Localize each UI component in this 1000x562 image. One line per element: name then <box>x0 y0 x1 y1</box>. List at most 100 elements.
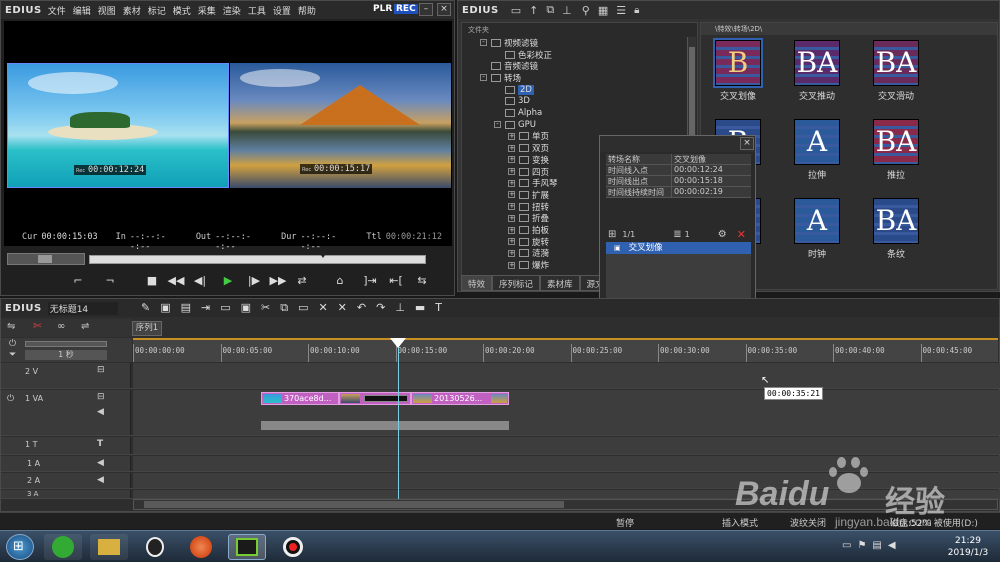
transition-thumbnail[interactable]: A <box>794 119 840 165</box>
transition-thumbnail[interactable]: A <box>794 198 840 244</box>
timeline-scroll-thumb[interactable] <box>144 501 564 508</box>
track-2v-lane[interactable] <box>133 363 1000 388</box>
tree-item[interactable]: + 折叠 <box>462 213 549 224</box>
menu-item[interactable]: 视图 <box>98 7 116 17</box>
taskbar-record-icon[interactable] <box>274 534 312 560</box>
menu-item[interactable]: 素材 <box>123 7 141 17</box>
expand-icon[interactable]: + <box>508 144 515 152</box>
expand-icon[interactable]: + <box>508 214 515 222</box>
tree-item[interactable]: + 变换 <box>462 154 549 166</box>
ripple-icon[interactable]: ∞ <box>57 321 65 332</box>
list-icon[interactable]: ☰ <box>616 4 626 17</box>
search-icon[interactable]: ⚲ <box>582 4 590 17</box>
track-1a-speaker-icon[interactable]: ◀ <box>97 458 104 468</box>
start-button[interactable]: ⊞ <box>6 534 34 560</box>
expand-icon[interactable]: + <box>508 249 515 257</box>
overwrite-icon[interactable]: ⇤[ <box>387 273 405 289</box>
menu-item[interactable]: 采集 <box>198 7 216 17</box>
replace-icon[interactable]: ⇆ <box>413 273 431 289</box>
tree-item[interactable]: 色彩校正 <box>462 49 552 61</box>
link-icon[interactable]: ⏻ <box>9 339 16 349</box>
expand-icon[interactable]: + <box>508 168 515 176</box>
library-tab[interactable]: 序列标记 <box>492 275 541 291</box>
zoom-bar[interactable] <box>25 341 107 347</box>
track-3a-header[interactable]: 3 A <box>1 490 131 498</box>
plr-label[interactable]: PLR <box>373 4 392 14</box>
menu-item[interactable]: 渲染 <box>223 7 241 17</box>
menu-item[interactable]: 标记 <box>148 7 166 17</box>
clear-icon[interactable]: ⊥ <box>562 4 572 17</box>
up-icon[interactable]: ↑ <box>529 4 538 17</box>
collapse-icon[interactable]: - <box>480 74 487 82</box>
expand-icon[interactable]: ⏷ <box>9 350 16 360</box>
menu-item[interactable]: 模式 <box>173 7 191 17</box>
expand-icon[interactable]: + <box>508 226 515 234</box>
tree-item[interactable]: 3D <box>462 96 530 108</box>
taskbar-qq-icon[interactable] <box>136 534 174 560</box>
track-1t-header[interactable]: 1 T T <box>1 437 131 454</box>
audio-clip[interactable] <box>261 421 509 430</box>
transition-thumbnail[interactable]: BA <box>873 119 919 165</box>
cut-mode-icon[interactable]: ✄ <box>33 321 41 332</box>
playhead-marker[interactable] <box>319 252 327 258</box>
play-icon[interactable]: ▶ <box>219 273 237 289</box>
menu-item[interactable]: 工具 <box>248 7 266 17</box>
seq-tab[interactable]: 序列1 <box>132 321 162 336</box>
tree-item[interactable]: + 拍板 <box>462 224 549 236</box>
track-1va-video-icon[interactable]: ⊟ <box>97 392 105 402</box>
clip-2[interactable]: 20130526... <box>411 392 509 405</box>
zoom-select[interactable]: 1 秒 <box>25 350 107 360</box>
close-button[interactable]: × <box>437 3 451 16</box>
shuttle-slider[interactable] <box>7 253 85 265</box>
insert-icon[interactable]: ]⇥ <box>361 273 379 289</box>
menu-item[interactable]: 编辑 <box>73 7 91 17</box>
tree-item[interactable]: - 转场 <box>462 72 521 84</box>
layer-icon[interactable]: ≣ <box>673 229 681 240</box>
taskbar-explorer-icon[interactable] <box>90 534 128 560</box>
tree-item[interactable]: + 旋转 <box>462 236 549 248</box>
transition-thumbnail[interactable]: BA <box>873 40 919 86</box>
position-slider[interactable] <box>89 252 426 264</box>
info-list-item[interactable]: ▣ 交叉划像 <box>606 242 751 254</box>
settings-icon[interactable]: ⚙ <box>718 229 727 240</box>
tree-item[interactable]: 2D <box>462 84 534 96</box>
library-tab[interactable]: 特效 <box>461 275 493 291</box>
copy-icon[interactable]: ⧉ <box>546 3 554 17</box>
mode-icon[interactable]: ⇋ <box>7 321 15 332</box>
taskbar-firefox-icon[interactable] <box>182 534 220 560</box>
step-forward-icon[interactable]: |▶ <box>245 273 263 289</box>
track-video-icon[interactable]: ⊟ <box>97 365 105 375</box>
track-1va-header[interactable]: ⏻ 1 VA ⊟ ◀ <box>1 390 131 435</box>
timeline-ruler[interactable]: 00:00:00:00 00:00:05:00 00:00:10:00 00:00:1… <box>133 338 998 362</box>
expand-icon[interactable]: + <box>508 132 515 140</box>
taskbar-edius-icon[interactable] <box>228 534 266 560</box>
track-1va-lane[interactable]: 370ace8d... 20130526... <box>133 390 1000 435</box>
transition-thumbnail[interactable]: BA <box>794 40 840 86</box>
transition-thumbnail[interactable]: B <box>713 38 763 88</box>
minimize-button[interactable]: – <box>419 3 433 16</box>
stop-icon[interactable]: ■ <box>143 273 161 289</box>
clip-1[interactable]: 370ace8d... <box>261 392 339 405</box>
clock[interactable]: 21:29 2019/1/3 <box>940 535 996 559</box>
tree-item[interactable]: 音频滤镜 <box>462 60 538 72</box>
info-close-button[interactable]: × <box>740 137 754 150</box>
library-tab[interactable]: 素材库 <box>540 275 580 291</box>
playhead-top[interactable] <box>390 338 406 348</box>
rewind-icon[interactable]: ◀◀ <box>167 273 185 289</box>
add-icon[interactable]: ⊞ <box>608 229 616 240</box>
tree-item[interactable]: + 爆炸 <box>462 259 549 271</box>
expand-icon[interactable]: + <box>508 156 515 164</box>
tree-item[interactable]: + 手风琴 <box>462 177 558 189</box>
expand-icon[interactable]: + <box>508 191 515 199</box>
tree-item[interactable]: + 扭转 <box>462 201 549 213</box>
track-1t-lane[interactable] <box>133 437 1000 454</box>
tree-item[interactable]: + 扩展 <box>462 189 549 201</box>
track-2a-header[interactable]: 2 A ◀ <box>1 473 131 488</box>
lock-icon[interactable]: 🔒︎ <box>634 5 639 16</box>
track-1a-header[interactable]: 1 A ◀ <box>1 456 131 471</box>
delete-icon[interactable]: ✕ <box>737 228 746 241</box>
output-icon[interactable]: ⌂ <box>331 273 349 289</box>
speaker-icon[interactable]: ◀ <box>97 407 104 417</box>
title-track-icon[interactable]: T <box>97 439 103 449</box>
mark-out-icon[interactable]: ¬ <box>101 273 119 289</box>
